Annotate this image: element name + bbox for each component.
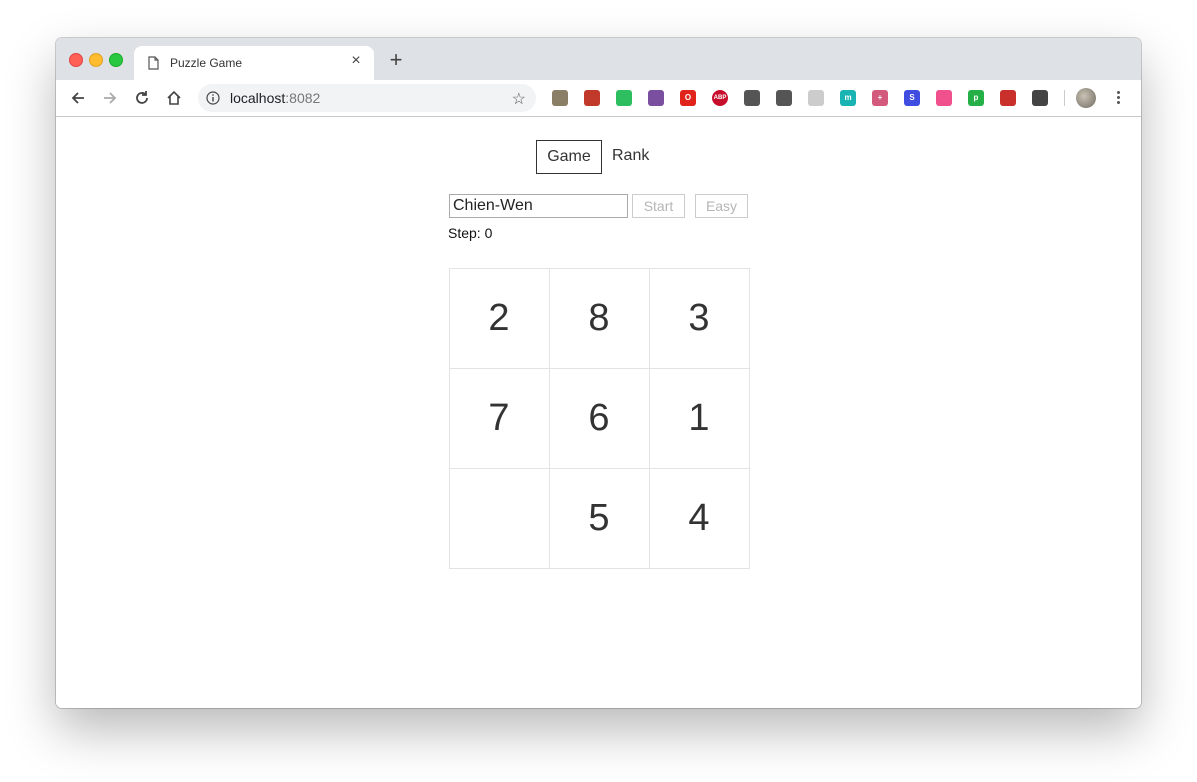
new-tab-button[interactable]: +: [386, 49, 406, 71]
url-text: localhost:8082: [230, 90, 320, 106]
step-counter: Step: 0: [448, 225, 493, 241]
info-icon[interactable]: [206, 91, 220, 110]
page-icon: [148, 56, 159, 75]
cursor-extension-icon[interactable]: [648, 90, 664, 106]
bookmark-star-icon[interactable]: ☆: [512, 89, 526, 109]
opera-icon[interactable]: O: [680, 90, 696, 106]
extension-1-icon[interactable]: [552, 90, 568, 106]
forward-icon[interactable]: [100, 88, 120, 108]
url-port: :8082: [285, 90, 321, 106]
page-content: Game Rank Start Easy Step: 0 2 8 3 7 6 1…: [56, 117, 1141, 708]
move-tool-icon[interactable]: [744, 90, 760, 106]
url-host: localhost: [230, 90, 286, 106]
puzzle-tile[interactable]: 8: [548, 267, 650, 369]
profile-avatar[interactable]: [1076, 88, 1096, 108]
nav-rank-link[interactable]: Rank: [612, 140, 649, 172]
puzzle-tile[interactable]: 2: [448, 267, 550, 369]
extension-m-icon[interactable]: m: [840, 90, 856, 106]
zoom-window-button[interactable]: [109, 53, 123, 67]
toolbar-separator: [1064, 90, 1065, 106]
adblock-plus-icon[interactable]: ABP: [712, 90, 728, 106]
reload-icon[interactable]: [132, 88, 152, 108]
puzzle-tile-empty[interactable]: [448, 467, 550, 569]
tab-title: Puzzle Game: [170, 56, 243, 70]
puzzle-tile[interactable]: 5: [548, 467, 650, 569]
tab-bar: Puzzle Game × +: [56, 38, 1141, 80]
extension-cross-icon[interactable]: +: [872, 90, 888, 106]
tab-close-icon[interactable]: ×: [348, 53, 364, 69]
difficulty-button[interactable]: Easy: [695, 194, 748, 218]
puzzle-tile[interactable]: 7: [448, 367, 550, 469]
back-icon[interactable]: [68, 88, 88, 108]
pocket-icon[interactable]: [776, 90, 792, 106]
extension-cat-icon[interactable]: [936, 90, 952, 106]
player-name-input[interactable]: [449, 194, 628, 218]
extension-s-icon[interactable]: S: [904, 90, 920, 106]
extension-2-icon[interactable]: [584, 90, 600, 106]
puzzle-tile[interactable]: 3: [648, 267, 750, 369]
extension-red-icon[interactable]: [1000, 90, 1016, 106]
browser-window: Puzzle Game × + localhost:8082 ☆ O ABP m + S…: [56, 38, 1141, 708]
tab-puzzle-game[interactable]: Puzzle Game ×: [134, 46, 374, 80]
puzzle-tile[interactable]: 1: [648, 367, 750, 469]
browser-toolbar: localhost:8082 ☆ O ABP m + Sp: [56, 80, 1141, 117]
evernote-icon[interactable]: [616, 90, 632, 106]
minimize-window-button[interactable]: [89, 53, 103, 67]
nav-game-link[interactable]: Game: [536, 140, 602, 174]
extension-bulb-icon[interactable]: [1032, 90, 1048, 106]
puzzle-tile[interactable]: 6: [548, 367, 650, 469]
puzzle-tile[interactable]: 4: [648, 467, 750, 569]
start-button[interactable]: Start: [632, 194, 685, 218]
menu-icon[interactable]: [1114, 89, 1122, 107]
home-icon[interactable]: [164, 88, 184, 108]
extension-mail-icon[interactable]: [808, 90, 824, 106]
extension-p-icon[interactable]: p: [968, 90, 984, 106]
close-window-button[interactable]: [69, 53, 83, 67]
address-bar[interactable]: localhost:8082 ☆: [198, 84, 536, 112]
puzzle-board: 2 8 3 7 6 1 5 4: [448, 267, 750, 569]
